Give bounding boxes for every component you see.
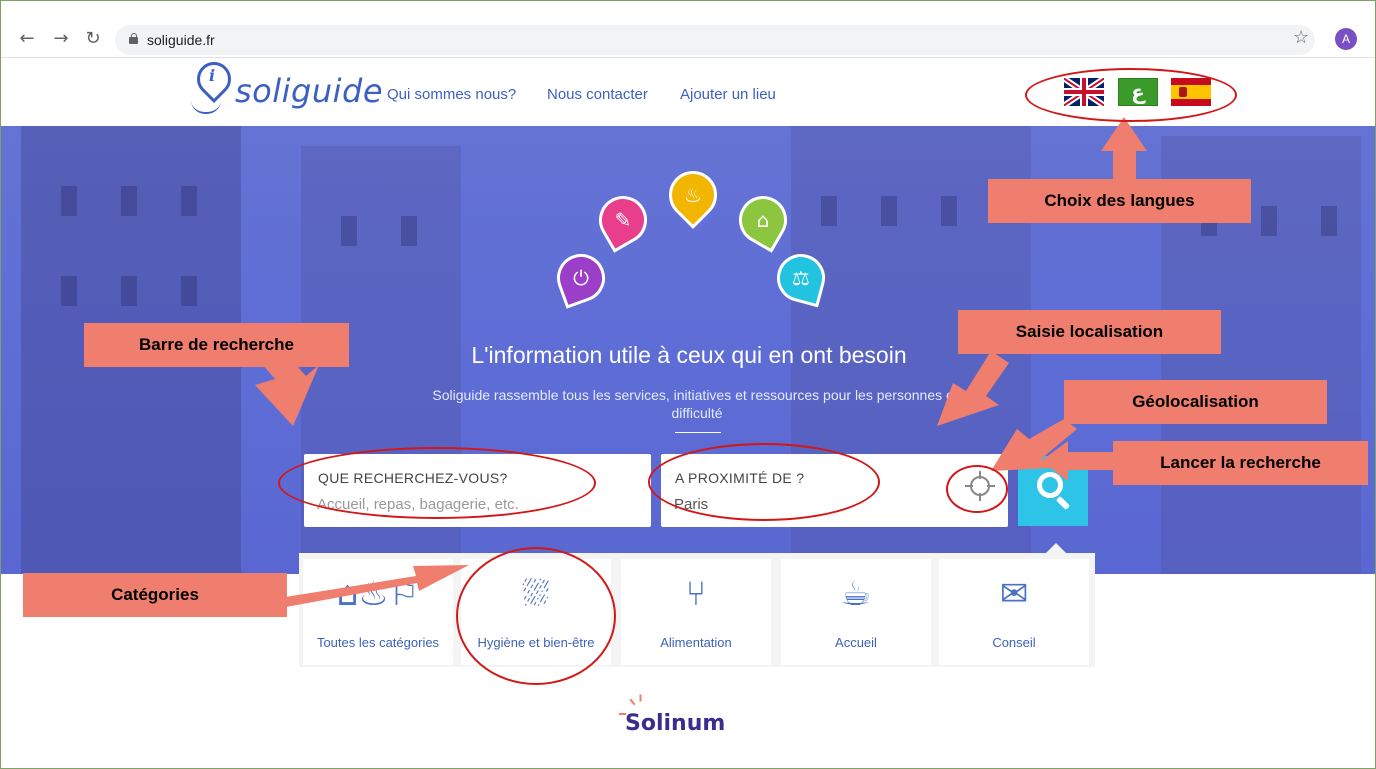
category-label: Toutes les catégories xyxy=(316,635,440,650)
what-search-input[interactable] xyxy=(317,492,597,516)
address-bar[interactable]: soliguide.fr xyxy=(115,25,1315,55)
where-search-box[interactable]: A PROXIMITÉ DE ? xyxy=(661,454,1008,527)
what-search-box[interactable]: QUE RECHERCHEZ-VOUS? xyxy=(304,454,651,527)
profile-avatar[interactable]: A xyxy=(1335,28,1357,50)
hand-icon xyxy=(191,100,221,114)
category-label: Alimentation xyxy=(660,635,732,650)
where-label: A PROXIMITÉ DE ? xyxy=(675,470,805,486)
annotation-categories: Catégories xyxy=(23,573,287,617)
site-header: i soliguide Qui sommes nous? Nous contac… xyxy=(1,54,1375,126)
category-advice[interactable]: ✉ Conseil xyxy=(939,559,1089,665)
browser-toolbar: ← → ↻ soliguide.fr ☆ A xyxy=(1,1,1375,58)
categories-panel: ⌂♨⚐ Toutes les catégories ⛆ Hygiène et b… xyxy=(299,553,1095,667)
search-button[interactable] xyxy=(1018,456,1088,526)
annotation-languages: Choix des langues xyxy=(988,179,1251,223)
nav-contact[interactable]: Nous contacter xyxy=(547,86,648,103)
plug-icon: ⏻ xyxy=(550,247,612,309)
forward-icon[interactable]: → xyxy=(51,29,71,49)
url-text: soliguide.fr xyxy=(147,32,215,48)
solinum-logo[interactable]: Solinum xyxy=(625,711,725,736)
category-label: Conseil xyxy=(992,635,1036,650)
category-all[interactable]: ⌂♨⚐ Toutes les catégories xyxy=(303,559,453,665)
annotation-launch-search: Lancer la recherche xyxy=(1113,441,1368,485)
dropdown-caret xyxy=(1046,543,1066,553)
uk-flag[interactable] xyxy=(1064,78,1104,106)
arabic-flag[interactable]: ع xyxy=(1118,78,1158,106)
house-icon: ⌂ xyxy=(730,187,796,253)
logo-text: soliguide xyxy=(235,72,384,110)
category-reception[interactable]: ☕ Accueil xyxy=(781,559,931,665)
reload-icon[interactable]: ↻ xyxy=(83,29,103,49)
nav-about[interactable]: Qui sommes nous? xyxy=(387,86,516,103)
back-icon[interactable]: ← xyxy=(17,29,37,49)
category-label: Accueil xyxy=(835,635,877,650)
nav-add-place[interactable]: Ajouter un lieu xyxy=(680,86,776,103)
all-categories-icon: ⌂♨⚐ xyxy=(336,574,420,614)
category-hygiene[interactable]: ⛆ Hygiène et bien-être xyxy=(461,559,611,665)
hero-subtitle: Soliguide rassemble tous les services, i… xyxy=(432,387,962,421)
annotation-location: Saisie localisation xyxy=(958,310,1221,354)
fork-knife-icon: ⑂ xyxy=(685,574,707,614)
what-label: QUE RECHERCHEZ-VOUS? xyxy=(318,470,508,486)
divider xyxy=(675,432,721,433)
category-food[interactable]: ⑂ Alimentation xyxy=(621,559,771,665)
soliguide-logo[interactable]: i soliguide xyxy=(187,54,383,118)
lock-icon xyxy=(129,33,138,44)
geolocation-icon[interactable] xyxy=(963,469,997,503)
star-icon[interactable]: ☆ xyxy=(1293,27,1309,48)
screenshot-frame: ← → ↻ soliguide.fr ☆ A i soliguide Qui s… xyxy=(0,0,1376,769)
envelope-icon: ✉ xyxy=(999,574,1029,614)
category-label: Hygiène et bien-être xyxy=(477,635,595,650)
location-input[interactable] xyxy=(674,492,954,516)
scale-icon: ⚖ xyxy=(771,248,831,308)
spanish-flag[interactable] xyxy=(1171,78,1211,106)
search-icon xyxy=(1037,472,1063,498)
shower-icon: ⛆ xyxy=(522,574,550,614)
brush-icon: ✎ xyxy=(590,187,656,253)
coffee-cup-icon: ☕ xyxy=(840,574,872,614)
annotation-search-bar: Barre de recherche xyxy=(84,323,349,367)
annotation-geolocation: Géolocalisation xyxy=(1064,380,1327,424)
meal-icon: ♨ xyxy=(659,161,727,229)
